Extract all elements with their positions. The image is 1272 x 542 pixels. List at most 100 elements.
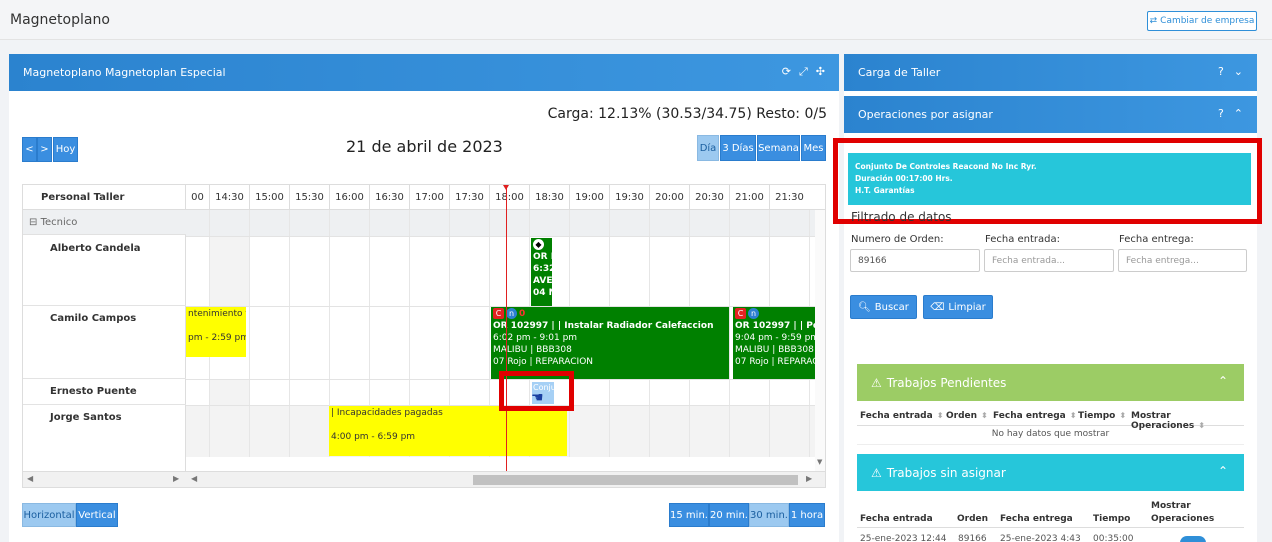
cell: 25-ene-2023 4:43: [1000, 534, 1081, 542]
now-line: [506, 185, 507, 473]
group-row[interactable]: ⊟ Tecnico: [23, 210, 186, 235]
event-camilo-poleas[interactable]: Cn OR 102997 | | Poleas 9:04 pm - 9:59 p…: [733, 307, 825, 379]
help-icon[interactable]: ?: [1218, 65, 1224, 78]
time-label: 20:30: [689, 185, 729, 210]
horizontal-scrollbar[interactable]: ◀ ▶ ◀ ▶: [23, 471, 825, 487]
pendientes-title: Trabajos Pendientes: [886, 376, 1007, 390]
scheduler-panel-header: Magnetoplano Magnetoplan Especial ⟳ ⤢ ✣: [9, 54, 839, 91]
top-bar: Magnetoplano ⇄ Cambiar de empresa: [0, 0, 1272, 40]
time-label: 15:30: [289, 185, 329, 210]
group-label: ⊟ Tecnico: [29, 217, 78, 228]
vertical-toggle[interactable]: Vertical: [76, 503, 118, 527]
warning-icon: ⚠: [871, 466, 882, 480]
time-label: 19:00: [569, 185, 609, 210]
col-header[interactable]: Tiempo ⬍: [1078, 411, 1126, 421]
eraser-icon: ⌫: [930, 301, 945, 313]
col-header[interactable]: Tiempo: [1093, 514, 1130, 524]
user-icon: n: [748, 308, 759, 319]
cell: 89166: [958, 534, 987, 542]
expand-icon[interactable]: ⤢: [799, 65, 808, 79]
next-button[interactable]: >: [37, 137, 52, 162]
search-button[interactable]: 🔍︎ Buscar: [850, 295, 917, 319]
show-operations-toggle[interactable]: [1180, 536, 1206, 542]
event-camilo-radiador[interactable]: Cn0 OR 102997 | | Instalar Radiador Cale…: [491, 307, 729, 379]
sin-asignar-header[interactable]: ⚠ Trabajos sin asignar ⌃: [857, 454, 1244, 491]
interval-30-button[interactable]: 30 min.: [749, 503, 789, 527]
interval-15-button[interactable]: 15 min.: [669, 503, 709, 527]
time-label: 19:30: [609, 185, 649, 210]
col-header[interactable]: Orden ⬍: [946, 411, 988, 421]
clear-button[interactable]: ⌫ Limpiar: [923, 295, 993, 319]
carga-taller-header[interactable]: Carga de Taller ? ⌄: [844, 54, 1257, 91]
carga-summary: Carga: 12.13% (30.53/34.75) Resto: 0/5: [547, 106, 827, 122]
refresh-icon[interactable]: ⟳: [782, 65, 791, 79]
view-3days-button[interactable]: 3 Días: [720, 135, 756, 161]
chevron-up-icon: ⌃: [1217, 464, 1228, 478]
time-label: 21:00: [729, 185, 769, 210]
time-label: 18:30: [529, 185, 569, 210]
time-label: 15:00: [249, 185, 289, 210]
cell: 25-ene-2023 12:44: [860, 534, 947, 542]
scheduler-panel: Magnetoplano Magnetoplan Especial ⟳ ⤢ ✣ …: [9, 54, 839, 542]
resource-column: Personal Taller ⊟ Tecnico Alberto Candel…: [23, 185, 186, 487]
time-label: 00: [191, 192, 204, 203]
sin-asignar-table-header: Fecha entrada Orden Fecha entrega Tiempo…: [857, 498, 1244, 528]
time-label: 16:30: [369, 185, 409, 210]
view-day-button[interactable]: Día: [697, 135, 719, 161]
carga-taller-title: Carga de Taller: [858, 66, 941, 79]
time-label: 20:00: [649, 185, 689, 210]
interval-20-button[interactable]: 20 min.: [709, 503, 749, 527]
refresh-red-icon: C: [493, 308, 504, 319]
time-label: 14:30: [209, 185, 249, 210]
view-month-button[interactable]: Mes: [801, 135, 826, 161]
time-label: 17:00: [409, 185, 449, 210]
scheduler-panel-title: Magnetoplano Magnetoplan Especial: [23, 66, 226, 79]
timeline-area[interactable]: 00 14:30 15:00 15:30 16:00 16:30 17:00 1…: [186, 185, 825, 487]
refresh-red-icon: C: [735, 308, 746, 319]
highlight-box: [499, 371, 574, 411]
pendientes-header[interactable]: ⚠ Trabajos Pendientes ⌃: [857, 364, 1244, 401]
col-header[interactable]: Fecha entrega: [1000, 514, 1073, 524]
event-camilo-maintenance[interactable]: ntenimiento talle pm - 2:59 pm: [186, 307, 246, 357]
vertical-scrollbar[interactable]: ▼: [815, 210, 825, 474]
scrollbar-thumb[interactable]: [473, 475, 798, 485]
pendientes-table-header: Fecha entrada ⬍ Orden ⬍ Fecha entrega ⬍ Tie…: [857, 406, 1244, 431]
col-header[interactable]: Operaciones: [1151, 514, 1214, 524]
time-label: 18:00: [489, 185, 529, 210]
resource-row: Jorge Santos: [50, 412, 122, 423]
clear-label: Limpiar: [948, 301, 986, 313]
event-alberto[interactable]: ◆ OR B 6:32 AVEC 04 N: [531, 238, 552, 306]
entrega-label: Fecha entrega:: [1119, 234, 1194, 245]
orden-label: Numero de Orden:: [851, 234, 944, 245]
filter-title: Filtrado de datos: [851, 210, 952, 224]
event-jorge-incapacidad[interactable]: | Incapacidades pagadas 4:00 pm - 6:59 p…: [329, 406, 567, 456]
col-header[interactable]: Fecha entrada ⬍: [860, 411, 943, 421]
app-title: Magnetoplano: [10, 12, 110, 28]
collapse-icon[interactable]: ✣: [816, 65, 825, 79]
user-icon: n: [506, 308, 517, 319]
warning-icon: ⚠: [871, 376, 882, 390]
col-header[interactable]: Fecha entrada: [860, 514, 933, 524]
time-label: 16:00: [329, 185, 369, 210]
entrada-input[interactable]: [984, 249, 1114, 272]
cell: 00:35:00: [1093, 534, 1134, 542]
shuffle-icon: ⇄: [1149, 16, 1158, 26]
orden-input[interactable]: [850, 249, 980, 272]
help-icon[interactable]: ?: [1218, 107, 1224, 120]
current-date: 21 de abril de 2023: [346, 137, 503, 156]
entrada-label: Fecha entrada:: [985, 234, 1060, 245]
interval-1h-button[interactable]: 1 hora: [789, 503, 825, 527]
horizontal-toggle[interactable]: Horizontal: [22, 503, 76, 527]
entrega-input[interactable]: [1118, 249, 1247, 272]
col-header[interactable]: Mostrar Operaciones ⬍: [1131, 411, 1244, 431]
view-week-button[interactable]: Semana: [757, 135, 800, 161]
prev-button[interactable]: <: [22, 137, 37, 162]
today-button[interactable]: Hoy: [53, 137, 78, 162]
change-company-button[interactable]: ⇄ Cambiar de empresa: [1147, 11, 1257, 31]
ops-header[interactable]: Operaciones por asignar ? ⌃: [844, 96, 1257, 133]
col-header[interactable]: Mostrar: [1151, 501, 1191, 511]
col-header[interactable]: Orden: [957, 514, 988, 524]
resource-header: Personal Taller: [23, 185, 186, 210]
col-header[interactable]: Fecha entrega ⬍: [993, 411, 1076, 421]
scheduler-grid: Personal Taller ⊟ Tecnico Alberto Candel…: [22, 184, 826, 488]
